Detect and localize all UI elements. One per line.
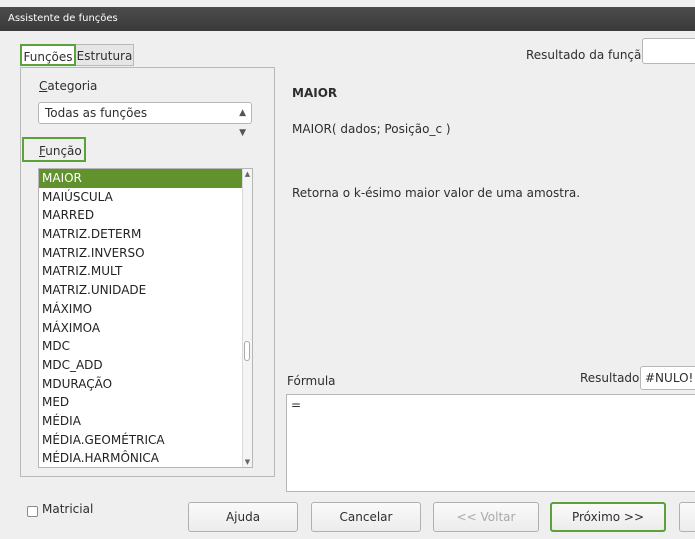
result-label: Resultado da função [526, 48, 649, 62]
tab-funcoes[interactable]: Funções [20, 44, 76, 66]
function-list-item[interactable]: MDURAÇÃO [39, 375, 252, 394]
function-list-item[interactable]: MÁXIMO [39, 300, 252, 319]
back-button[interactable]: << Voltar [433, 502, 539, 532]
result-field[interactable] [642, 38, 695, 64]
scroll-up-icon[interactable]: ▲ [243, 170, 252, 178]
function-list-item[interactable]: MAIOR [39, 169, 252, 188]
function-list-item[interactable]: MÁXIMOA [39, 319, 252, 338]
function-list-item[interactable]: MÉDIA.HARMÔNICA [39, 449, 252, 467]
function-wizard-dialog: Assistente de funções Funções Estrutura … [0, 0, 695, 539]
function-list-item[interactable]: MATRIZ.INVERSO [39, 244, 252, 263]
dialog-title: Assistente de funções [0, 7, 695, 31]
function-list-item[interactable]: MATRIZ.UNIDADE [39, 281, 252, 300]
function-description: Retorna o k-ésimo maior valor de uma amo… [292, 186, 581, 200]
result-value-label: Resultado [580, 371, 640, 385]
formula-editor[interactable]: = [286, 394, 695, 492]
function-list-item[interactable]: MAIÚSCULA [39, 188, 252, 207]
formula-label: Fórmula [287, 374, 336, 388]
matricial-label: Matricial [42, 502, 94, 516]
tab-estrutura[interactable]: Estrutura [76, 44, 134, 66]
function-name: MAIOR [292, 86, 338, 100]
next-button[interactable]: Próximo >> [550, 502, 666, 532]
function-list-item[interactable]: MÉDIA.GEOMÉTRICA [39, 431, 252, 450]
function-list-item[interactable]: MATRIZ.MULT [39, 262, 252, 281]
chevron-updown-icon: ▲ ▼ [239, 108, 246, 138]
category-value: Todas as funções [45, 106, 148, 120]
finish-button[interactable] [679, 502, 695, 532]
scroll-thumb[interactable] [244, 341, 250, 361]
function-list-item[interactable]: MDC_ADD [39, 356, 252, 375]
function-list-item[interactable]: MATRIZ.DETERM [39, 225, 252, 244]
help-button[interactable]: Ajuda [188, 502, 298, 532]
cancel-button[interactable]: Cancelar [311, 502, 421, 532]
function-listbox[interactable]: MAIOR MAIÚSCULA MARRED MATRIZ.DETERM MATRIZ.… [38, 168, 253, 468]
function-list-item[interactable]: MED [39, 393, 252, 412]
category-label: Categoria [39, 79, 98, 93]
matricial-checkbox[interactable] [27, 506, 38, 517]
result-value-field: #NULO! [640, 366, 695, 390]
function-label: Função [39, 144, 82, 158]
function-list-item[interactable]: MARRED [39, 206, 252, 225]
function-list-item[interactable]: MÉDIA [39, 412, 252, 431]
function-list-item[interactable]: MDC [39, 337, 252, 356]
category-select[interactable]: Todas as funções ▲ ▼ [38, 102, 252, 138]
scroll-down-icon[interactable]: ▼ [243, 458, 252, 466]
list-scrollbar[interactable]: ▲ ▼ [242, 169, 252, 467]
function-syntax: MAIOR( dados; Posição_c ) [292, 122, 451, 136]
